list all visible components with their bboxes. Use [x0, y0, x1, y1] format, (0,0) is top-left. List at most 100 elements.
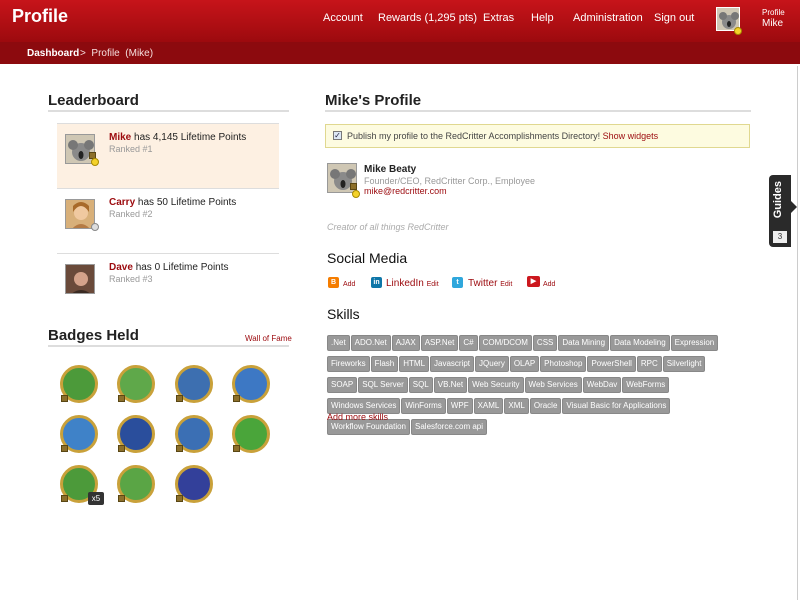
breadcrumb-current: > Profile (Mike) [80, 48, 154, 59]
nav-account[interactable]: Account [323, 12, 363, 24]
skill-tag[interactable]: AJAX [391, 335, 420, 351]
publish-checkbox[interactable]: ✓ [333, 131, 342, 140]
leader-name[interactable]: Mike [109, 132, 131, 143]
guides-count: 3 [773, 231, 787, 243]
skill-tag[interactable]: XAML [473, 398, 504, 414]
profile-job: Founder/CEO, RedCritter Corp., Employee [364, 176, 536, 186]
skill-tag[interactable]: Data Mining [558, 335, 610, 351]
youtube-link[interactable]: Add [543, 278, 555, 289]
status-dot [734, 27, 742, 35]
nav-administration[interactable]: Administration [573, 12, 643, 24]
avatar [65, 264, 95, 294]
skill-tag[interactable]: WPF [446, 398, 473, 414]
publish-box: ✓ Publish my profile to the RedCritter A… [325, 124, 750, 148]
skill-tag[interactable]: Web Services [524, 377, 582, 393]
profile-link[interactable]: Profile [762, 8, 785, 17]
breadcrumb-dashboard[interactable]: Dashboard [27, 48, 79, 59]
profile-email[interactable]: mike@redcritter.com [364, 186, 447, 196]
skill-tag[interactable]: ASP.Net [420, 335, 459, 351]
guides-tab[interactable]: Guides 3 [769, 175, 791, 247]
guides-arrow-icon [791, 201, 797, 213]
add-skills-link[interactable]: Add more skills [327, 412, 388, 422]
leader-rank: Ranked #1 [109, 144, 153, 154]
leader-name[interactable]: Carry [109, 197, 135, 208]
skill-tag[interactable]: WinForms [401, 398, 446, 414]
skill-tag[interactable]: Javascript [430, 356, 475, 372]
leader-points: has 50 Lifetime Points [137, 197, 237, 208]
skill-tag[interactable]: Expression [670, 335, 719, 351]
skill-tag[interactable]: Photoshop [540, 356, 587, 372]
leader-name[interactable]: Dave [109, 262, 133, 273]
status-dot [352, 190, 360, 198]
show-widgets-link[interactable]: Show widgets [603, 131, 659, 141]
publish-label: Publish my profile to the RedCritter Acc… [347, 131, 601, 141]
leader-rank: Ranked #2 [109, 209, 153, 219]
divider [48, 110, 289, 112]
skill-tag[interactable]: C# [459, 335, 478, 351]
linkedin-link[interactable]: LinkedIn Edit [386, 278, 439, 289]
skill-tag[interactable]: WebForms [622, 377, 670, 393]
lock-icon [350, 183, 357, 190]
skills-list: .Net ADO.Net AJAX ASP.Net C# COM/DCOM CSS Data … [327, 332, 737, 437]
twitter-link[interactable]: Twitter Edit [468, 278, 512, 289]
skill-tag[interactable]: JQuery [475, 356, 509, 372]
leaderboard-row[interactable]: Mike has 4,145 Lifetime Points Ranked #1 [57, 123, 279, 188]
skill-tag[interactable]: Web Security [468, 377, 524, 393]
nav-help[interactable]: Help [531, 12, 554, 24]
skill-tag[interactable]: RPC [636, 356, 662, 372]
leader-points: has 4,145 Lifetime Points [134, 132, 247, 143]
profile-name: Mike Beaty [364, 164, 417, 175]
skill-tag[interactable]: WebDav [582, 377, 622, 393]
leader-rank: Ranked #3 [109, 274, 153, 284]
page-title: Profile [12, 6, 69, 26]
nav-sign-out[interactable]: Sign out [654, 12, 694, 24]
skill-tag[interactable]: Fireworks [327, 356, 370, 372]
wall-of-fame-link[interactable]: Wall of Fame [245, 334, 292, 343]
lock-icon [233, 445, 240, 452]
twitter-icon[interactable]: t [452, 277, 463, 288]
skill-tag[interactable]: Silverlight [662, 356, 706, 372]
profile-tagline: Creator of all things RedCritter [327, 222, 449, 232]
person-avatar-icon [66, 265, 94, 293]
blogger-link[interactable]: Add [343, 278, 355, 289]
youtube-icon[interactable]: ▶ [527, 276, 540, 287]
leaderboard-title: Leaderboard [48, 92, 139, 109]
lock-icon [118, 445, 125, 452]
lock-icon [61, 445, 68, 452]
skill-tag[interactable]: Visual Basic for Applications [562, 398, 671, 414]
social-title: Social Media [327, 250, 408, 266]
skill-tag[interactable]: CSS [532, 335, 558, 351]
skill-tag[interactable]: COM/DCOM [478, 335, 532, 351]
skill-tag[interactable]: SOAP [327, 377, 358, 393]
nav-rewards[interactable]: Rewards (1,295 pts) [378, 12, 477, 24]
divider [797, 66, 798, 600]
lock-icon [118, 395, 125, 402]
skill-tag[interactable]: XML [504, 398, 529, 414]
skill-tag[interactable]: SQL Server [358, 377, 408, 393]
guides-label: Guides [772, 181, 784, 219]
skill-tag[interactable]: VB.Net [433, 377, 468, 393]
blogger-icon[interactable]: B [328, 277, 339, 288]
status-dot [91, 223, 99, 231]
badges-title: Badges Held [48, 327, 139, 344]
skill-tag[interactable]: Salesforce.com api [411, 419, 488, 435]
lock-icon [176, 395, 183, 402]
skill-tag[interactable]: HTML [399, 356, 430, 372]
skill-tag[interactable]: SQL [408, 377, 433, 393]
skill-tag[interactable]: Flash [370, 356, 399, 372]
lock-icon [61, 495, 68, 502]
skill-tag[interactable]: PowerShell [587, 356, 636, 372]
nav-extras[interactable]: Extras [483, 12, 514, 24]
linkedin-icon[interactable]: in [371, 277, 382, 288]
skill-tag[interactable]: OLAP [509, 356, 540, 372]
user-name: Mike [762, 18, 784, 29]
skill-tag[interactable]: .Net [327, 335, 350, 351]
badge-count: x5 [88, 492, 104, 505]
lock-icon [233, 395, 240, 402]
leaderboard-row[interactable]: Dave has 0 Lifetime Points Ranked #3 [57, 253, 279, 318]
skill-tag[interactable]: ADO.Net [350, 335, 391, 351]
lock-icon [61, 395, 68, 402]
skill-tag[interactable]: Data Modeling [610, 335, 670, 351]
leaderboard-row[interactable]: Carry has 50 Lifetime Points Ranked #2 [57, 188, 279, 253]
skill-tag[interactable]: Oracle [529, 398, 562, 414]
